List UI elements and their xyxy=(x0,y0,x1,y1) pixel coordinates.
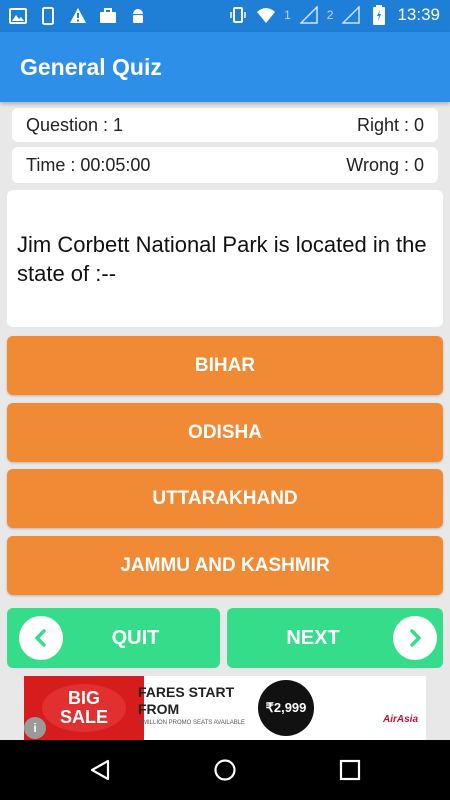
app-bar: General Quiz xyxy=(0,32,450,102)
right-count: Right : 0 xyxy=(356,114,424,135)
quit-label: QUIT xyxy=(111,627,160,649)
option-label: ODISHA xyxy=(188,421,262,443)
warning-icon xyxy=(68,6,88,26)
option-label: JAMMU AND KASHMIR xyxy=(120,554,330,576)
status-bar: 1 2 13:39 xyxy=(0,0,450,32)
battery-icon xyxy=(369,5,389,25)
home-icon[interactable] xyxy=(211,756,239,784)
notification-icons xyxy=(8,6,148,26)
chevron-right-icon xyxy=(393,616,437,660)
quit-button[interactable]: QUIT xyxy=(7,608,220,668)
android-icon xyxy=(128,6,148,26)
ad-headline: FARES START FROM xyxy=(138,684,235,717)
gallery-icon xyxy=(8,6,28,26)
ad-price: ₹2,999 xyxy=(258,680,314,736)
wifi-icon xyxy=(256,5,276,25)
ad-banner[interactable]: BIG SALE FARES START FROM 2 MILLION PROM… xyxy=(24,676,426,740)
system-nav-bar xyxy=(0,740,450,800)
ad-fine-print: 2 MILLION PROMO SEATS AVAILABLE xyxy=(138,720,246,726)
recents-icon[interactable] xyxy=(336,756,364,784)
phone-icon xyxy=(38,6,58,26)
ad-info-icon[interactable]: i xyxy=(24,717,46,739)
option-button[interactable]: BIHAR xyxy=(7,336,443,395)
timer-info-card: Time : 00:05:00 Wrong : 0 xyxy=(12,147,438,183)
system-icons: 1 2 13:39 xyxy=(228,5,440,25)
ad-big-sale: BIG SALE xyxy=(42,684,126,732)
back-icon[interactable] xyxy=(86,756,114,784)
option-button[interactable]: ODISHA xyxy=(7,403,443,462)
option-label: UTTARAKHAND xyxy=(152,487,298,509)
sim1-label: 1 xyxy=(284,8,291,22)
question-card: Jim Corbett National Park is located in … xyxy=(7,190,443,327)
vibrate-icon xyxy=(228,5,248,25)
option-button[interactable]: JAMMU AND KASHMIR xyxy=(7,536,443,595)
ad-brand-logo: AirAsia xyxy=(382,714,418,725)
question-number: Question : 1 xyxy=(26,114,124,135)
briefcase-icon xyxy=(98,6,118,26)
option-label: BIHAR xyxy=(194,354,256,376)
app-title: General Quiz xyxy=(20,54,162,80)
signal-icon xyxy=(341,5,361,25)
timer: Time : 00:05:00 xyxy=(26,154,151,175)
question-text: Jim Corbett National Park is located in … xyxy=(17,232,427,286)
next-button[interactable]: NEXT xyxy=(227,608,443,668)
option-button[interactable]: UTTARAKHAND xyxy=(7,469,443,528)
question-info-card: Question : 1 Right : 0 xyxy=(12,108,438,142)
signal-icon xyxy=(299,5,319,25)
wrong-count: Wrong : 0 xyxy=(346,154,424,175)
clock: 13:39 xyxy=(397,5,440,24)
sim2-label: 2 xyxy=(326,8,334,22)
